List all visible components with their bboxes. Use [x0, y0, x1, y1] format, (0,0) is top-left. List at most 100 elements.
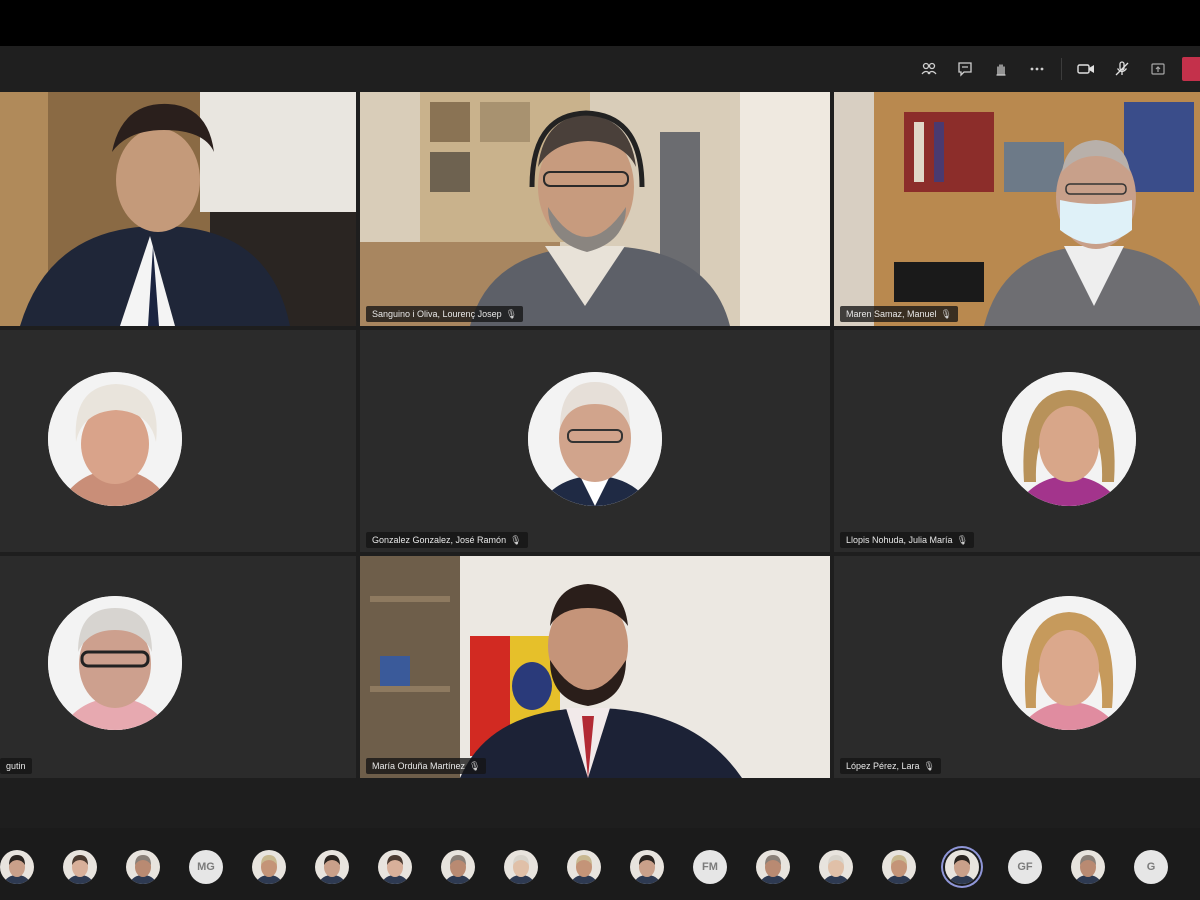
participant-name: Llopis Nohuda, Julia María — [846, 535, 953, 545]
mic-off-icon: 🎙 — [956, 535, 968, 545]
participant-name: Maren Samaz, Manuel — [846, 309, 937, 319]
participant-initials-avatar[interactable]: FM — [693, 850, 727, 884]
participant-thumbnail[interactable] — [756, 850, 790, 884]
participant-thumbnail[interactable] — [945, 850, 979, 884]
participant-photo — [63, 850, 97, 884]
participant-photo — [567, 850, 601, 884]
participant-name-tag: gutin — [0, 758, 32, 774]
participant-thumbnail[interactable] — [504, 850, 538, 884]
meeting-window: Sanguino i Oliva, Lourenç Josep 🎙 Maren … — [0, 46, 1200, 900]
participant-thumbnail[interactable] — [378, 850, 412, 884]
participant-photo — [441, 850, 475, 884]
participant-thumbnail[interactable] — [441, 850, 475, 884]
participant-name-tag: Gonzalez Gonzalez, José Ramón 🎙 — [366, 532, 528, 548]
meeting-toolbar — [0, 46, 1200, 92]
participant-photo — [504, 850, 538, 884]
participant-thumbnail[interactable] — [630, 850, 664, 884]
participant-initials-avatar[interactable]: GF — [1008, 850, 1042, 884]
participant-name: López Pérez, Lara — [846, 761, 920, 771]
participant-tile[interactable]: Maren Samaz, Manuel 🎙 — [834, 92, 1200, 326]
camera-icon — [1077, 64, 1094, 74]
mic-button[interactable] — [1104, 51, 1140, 87]
toolbar-divider — [1061, 58, 1062, 80]
participant-tile[interactable]: López Pérez, Lara 🎙 — [834, 556, 1200, 778]
participant-name-tag: Sanguino i Oliva, Lourenç Josep 🎙 — [366, 306, 524, 322]
participant-photo — [315, 850, 349, 884]
participant-video — [360, 556, 830, 778]
mic-off-icon: 🎙 — [510, 535, 522, 545]
participant-tile[interactable]: Llopis Nohuda, Julia María 🎙 — [834, 330, 1200, 552]
participant-thumbnail[interactable] — [1071, 850, 1105, 884]
participant-thumbnail[interactable] — [567, 850, 601, 884]
participant-photo — [0, 850, 34, 884]
participant-photo — [126, 850, 160, 884]
participant-photo — [630, 850, 664, 884]
more-options-icon — [1030, 67, 1044, 71]
leave-button[interactable] — [1182, 57, 1200, 81]
avatar-photo — [48, 596, 182, 730]
participant-tile[interactable]: gutin — [0, 556, 356, 778]
mic-off-icon: 🎙 — [940, 309, 952, 319]
participant-tile[interactable]: María Orduña Martínez 🎙 — [360, 556, 830, 778]
participant-thumbnail[interactable] — [819, 850, 853, 884]
participant-tile[interactable]: Gonzalez Gonzalez, José Ramón 🎙 — [360, 330, 830, 552]
participant-name-tag: María Orduña Martínez 🎙 — [366, 758, 487, 774]
participant-photo — [1071, 850, 1105, 884]
participant-initials: MG — [197, 861, 215, 873]
participant-thumbnail[interactable] — [63, 850, 97, 884]
participant-name: Sanguino i Oliva, Lourenç Josep — [372, 309, 502, 319]
participant-thumbnail[interactable] — [126, 850, 160, 884]
participant-name: María Orduña Martínez — [372, 761, 466, 771]
participant-video — [834, 92, 1200, 326]
mic-off-icon: 🎙 — [505, 309, 518, 319]
participants-button[interactable] — [911, 51, 947, 87]
participant-photo — [756, 850, 790, 884]
avatar-photo — [1002, 596, 1136, 730]
avatar-photo — [528, 372, 662, 506]
participant-photo — [378, 850, 412, 884]
participant-initials: G — [1146, 861, 1156, 873]
participant-name-tag: Maren Samaz, Manuel 🎙 — [840, 306, 958, 322]
avatar — [1002, 372, 1136, 506]
avatar — [528, 372, 662, 506]
participant-photo — [819, 850, 853, 884]
participant-name-tag: López Pérez, Lara 🎙 — [840, 758, 941, 774]
participant-tile[interactable] — [0, 330, 356, 552]
participants-icon — [921, 62, 937, 75]
participant-video — [360, 92, 830, 326]
chat-button[interactable] — [947, 51, 983, 87]
participant-photo — [945, 850, 979, 884]
participant-video — [0, 92, 356, 326]
raise-hand-icon — [996, 64, 1006, 76]
share-screen-icon — [1151, 63, 1165, 75]
participant-initials-avatar[interactable]: G — [1134, 850, 1168, 884]
participant-name-tag: Llopis Nohuda, Julia María 🎙 — [840, 532, 974, 548]
screen: Sanguino i Oliva, Lourenç Josep 🎙 Maren … — [0, 0, 1200, 900]
participant-photo — [252, 850, 286, 884]
avatar-photo — [48, 372, 182, 506]
participant-name: gutin — [6, 761, 26, 771]
avatar — [48, 372, 182, 506]
participant-thumbnail[interactable] — [252, 850, 286, 884]
participant-tile[interactable] — [0, 92, 356, 326]
participant-photo — [882, 850, 916, 884]
mic-off-icon: 🎙 — [469, 761, 481, 771]
share-screen-button[interactable] — [1140, 51, 1176, 87]
participant-thumbnail[interactable] — [315, 850, 349, 884]
raise-hand-button[interactable] — [983, 51, 1019, 87]
more-options-button[interactable] — [1019, 51, 1055, 87]
camera-button[interactable] — [1068, 51, 1104, 87]
participant-initials-avatar[interactable]: MG — [189, 850, 223, 884]
video-grid: Sanguino i Oliva, Lourenç Josep 🎙 Maren … — [0, 92, 1200, 828]
mic-off-icon: 🎙 — [923, 761, 935, 771]
participant-thumbnail[interactable] — [0, 850, 34, 884]
participant-initials: GF — [1017, 861, 1033, 873]
mic-icon — [1115, 61, 1129, 76]
participant-tile[interactable]: Sanguino i Oliva, Lourenç Josep 🎙 — [360, 92, 830, 326]
participant-thumbnail[interactable] — [882, 850, 916, 884]
participant-strip: MG FM GF G — [0, 828, 1200, 900]
participant-name: Gonzalez Gonzalez, José Ramón — [372, 535, 507, 545]
avatar-photo — [1002, 372, 1136, 506]
chat-icon — [958, 62, 972, 77]
participant-initials: FM — [702, 861, 718, 873]
